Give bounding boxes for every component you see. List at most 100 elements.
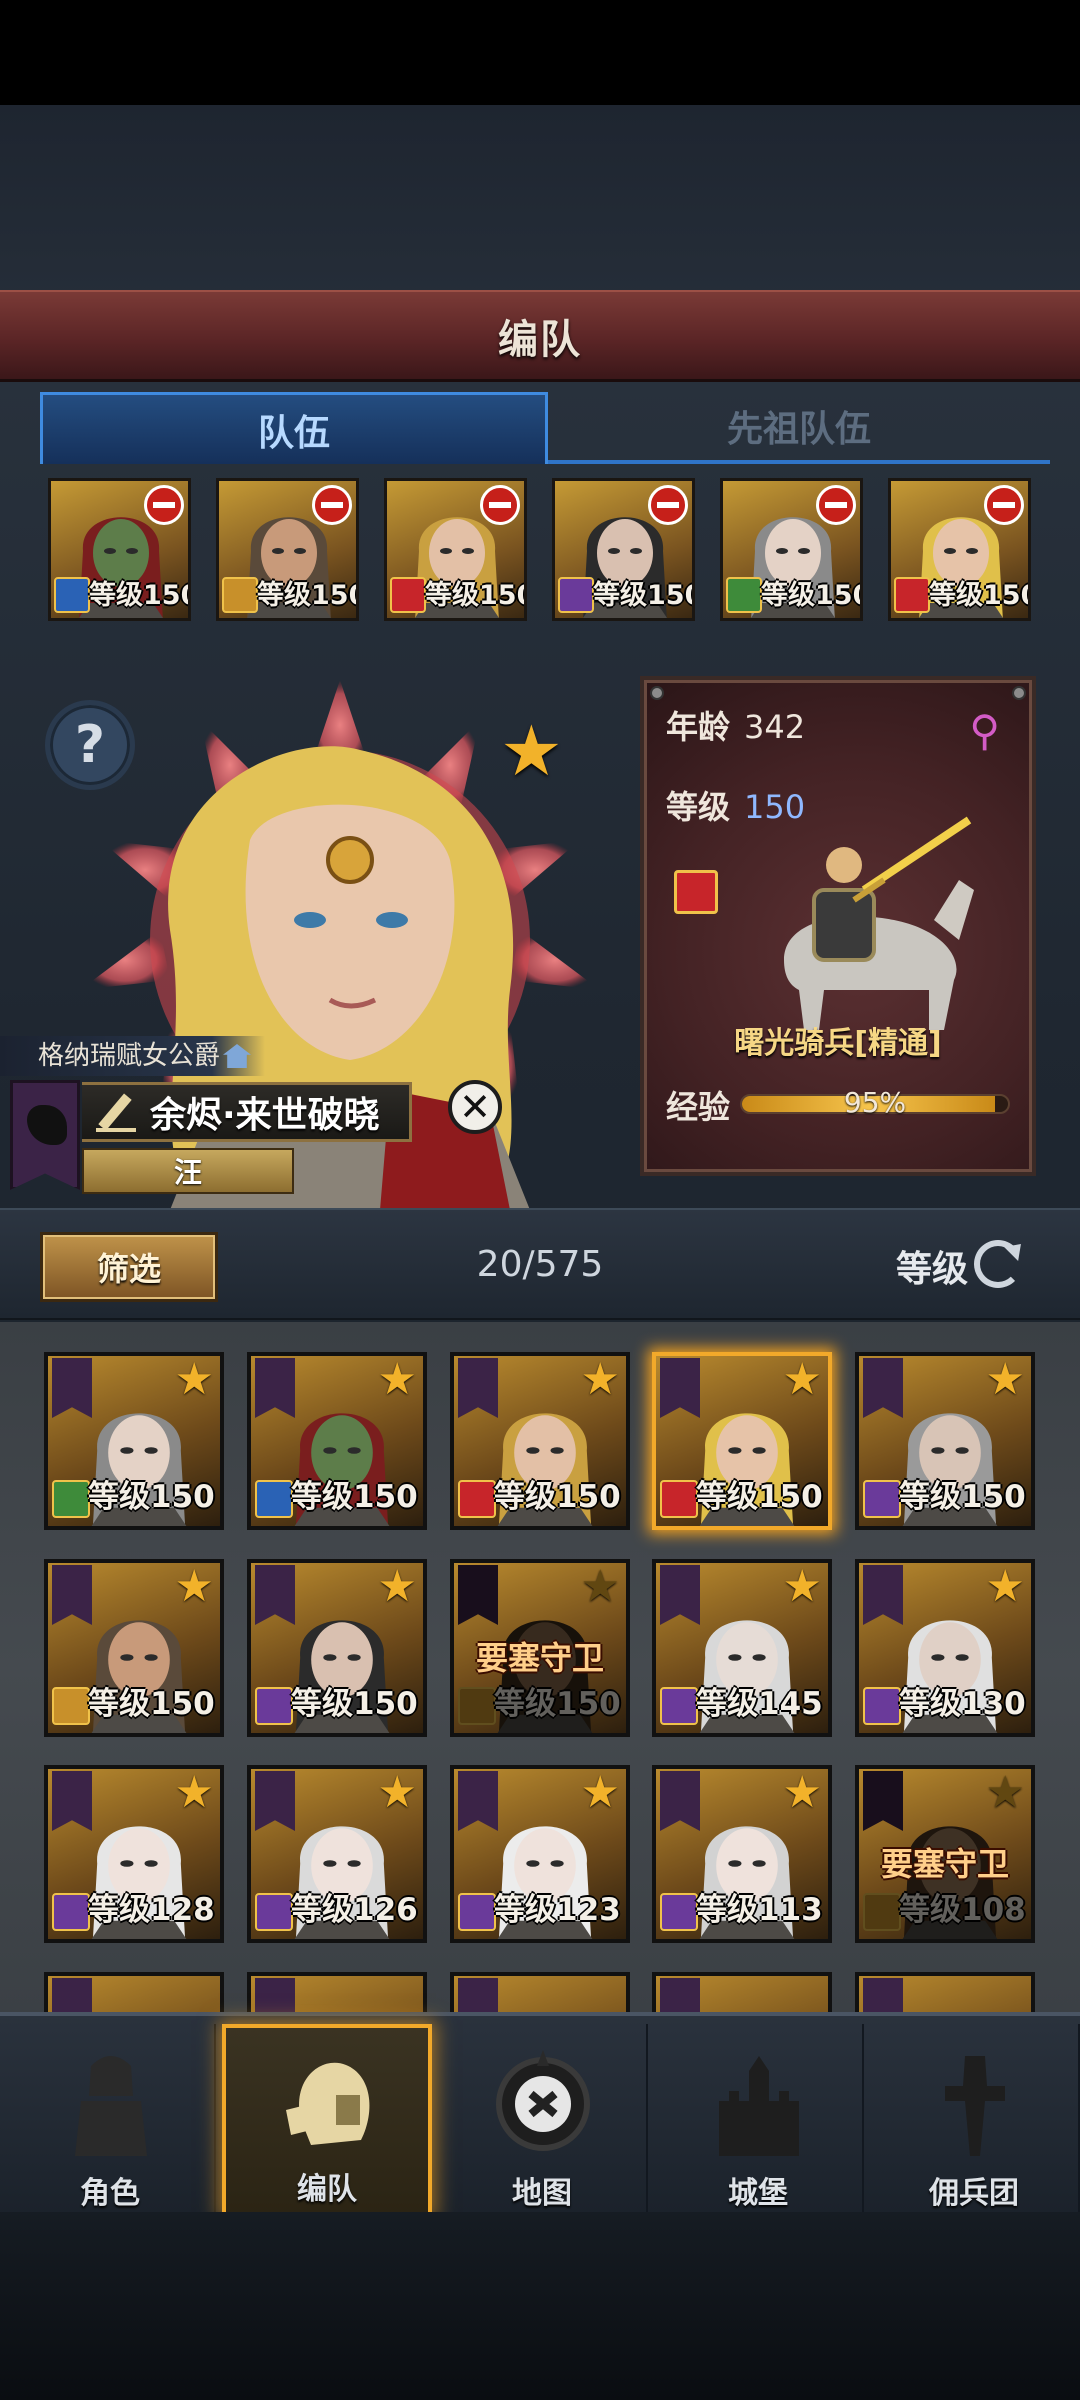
- wolf-banner-icon: [660, 1358, 700, 1418]
- team-slot[interactable]: 等级150: [384, 478, 527, 621]
- team-slot-level: 等级150: [257, 580, 359, 611]
- sort-button[interactable]: 等级: [896, 1240, 968, 1292]
- tab-bar: 队伍 先祖队伍: [40, 392, 1050, 464]
- hero-card[interactable]: ★ 等级150: [652, 1352, 832, 1530]
- star-icon: ★: [174, 1767, 214, 1818]
- hero-card-level: 等级130: [899, 1686, 1026, 1722]
- castle-icon: [709, 2046, 809, 2156]
- team-slot-level: 等级150: [425, 580, 527, 611]
- hero-card[interactable]: ★ 等级150: [247, 1352, 427, 1530]
- hero-card-level: 等级150: [696, 1479, 823, 1515]
- team-slot[interactable]: 等级150: [216, 478, 359, 621]
- hero-name-plate[interactable]: 余烬·来世破晓: [82, 1082, 412, 1142]
- class-icon: [458, 1687, 496, 1725]
- wolf-banner-icon: [52, 1565, 92, 1625]
- hero-card-level: 等级126: [291, 1892, 418, 1928]
- hero-card-level: 等级150: [899, 1479, 1026, 1515]
- female-icon: ⚲: [969, 706, 1000, 755]
- hero-card[interactable]: ★ 等级130: [855, 1559, 1035, 1737]
- nav-item[interactable]: 编队: [222, 2024, 432, 2216]
- hero-card[interactable]: ★ 等级113: [652, 1765, 832, 1943]
- wolf-banner-icon: [863, 1565, 903, 1625]
- hero-card-level: 等级150: [494, 1686, 621, 1722]
- hero-card[interactable]: ★ 等级150 要塞守卫: [450, 1559, 630, 1737]
- wolf-banner-icon: [255, 1771, 295, 1831]
- level-label: 等级: [666, 788, 731, 826]
- bow-icon: [726, 577, 762, 613]
- nav-label: 城堡: [728, 2176, 788, 2211]
- nav-item[interactable]: 角色: [6, 2024, 216, 2216]
- header-bar: 编队: [0, 290, 1080, 382]
- hero-card[interactable]: [450, 1972, 630, 2012]
- mercenary-icon: [925, 2046, 1025, 2156]
- team-slot[interactable]: 等级150: [552, 478, 695, 621]
- knight-unit-art: [784, 816, 974, 1030]
- wolf-banner-icon: [255, 1565, 295, 1625]
- hero-card[interactable]: [855, 1972, 1035, 2012]
- tab-ancestor-team[interactable]: 先祖队伍: [548, 392, 1050, 464]
- team-slot[interactable]: 等级150: [48, 478, 191, 621]
- wolf-banner-icon: [458, 1771, 498, 1831]
- hero-roster: ★ 等级150 ★ 等级150 ★ 等级150 ★ 等级150 ★ 等级150 ★ 等级150 ★ 等级1…: [0, 1322, 1080, 2012]
- filter-bar: 筛选 20/575 等级: [0, 1208, 1080, 1320]
- remove-icon[interactable]: [312, 485, 352, 525]
- class-icon: [52, 1893, 90, 1931]
- hero-card-level: 等级150: [88, 1686, 215, 1722]
- hero-card[interactable]: ★ 等级126: [247, 1765, 427, 1943]
- remove-icon[interactable]: [984, 485, 1024, 525]
- hero-card[interactable]: ★ 等级108 要塞守卫: [855, 1765, 1035, 1943]
- star-icon: ★: [500, 710, 563, 792]
- hero-card[interactable]: [652, 1972, 832, 2012]
- hero-card-level: 等级128: [88, 1892, 215, 1928]
- compass-icon: [493, 2046, 593, 2156]
- star-icon: ★: [985, 1767, 1025, 1818]
- hero-card[interactable]: ★ 等级150: [44, 1559, 224, 1737]
- remove-icon[interactable]: [648, 485, 688, 525]
- hero-card[interactable]: [44, 1972, 224, 2012]
- class-icon: [660, 1480, 698, 1518]
- class-icon: [863, 1893, 901, 1931]
- team-slot-level: 等级150: [929, 580, 1031, 611]
- hero-card-level: 等级150: [291, 1686, 418, 1722]
- star-icon: ★: [377, 1354, 417, 1405]
- team-slot-level: 等级150: [593, 580, 695, 611]
- hero-card[interactable]: [247, 1972, 427, 2012]
- hero-card-level: 等级150: [88, 1479, 215, 1515]
- system-nav-area: [0, 2212, 1080, 2400]
- hero-name: 余烬·来世破晓: [150, 1095, 380, 1136]
- remove-icon[interactable]: [144, 485, 184, 525]
- hero-card[interactable]: ★ 等级150: [247, 1559, 427, 1737]
- nav-item[interactable]: 城堡: [654, 2024, 864, 2216]
- team-slot[interactable]: 等级150: [888, 478, 1031, 621]
- hero-card-level: 等级108: [899, 1892, 1026, 1928]
- tab-team[interactable]: 队伍: [40, 392, 548, 464]
- hero-card[interactable]: ★ 等级145: [652, 1559, 832, 1737]
- class-icon: [863, 1687, 901, 1725]
- wolf-banner-icon: [458, 1358, 498, 1418]
- hero-card[interactable]: ★ 等级123: [450, 1765, 630, 1943]
- hero-card[interactable]: ★ 等级150: [855, 1352, 1035, 1530]
- nav-item[interactable]: 地图: [438, 2024, 648, 2216]
- class-icon: [863, 1480, 901, 1518]
- close-icon[interactable]: ✕: [448, 1080, 502, 1134]
- remove-icon[interactable]: [480, 485, 520, 525]
- fortress-guard-label: 要塞守卫: [880, 1845, 1009, 1883]
- hero-card-level: 等级150: [291, 1479, 418, 1515]
- team-slot[interactable]: 等级150: [720, 478, 863, 621]
- remove-icon[interactable]: [816, 485, 856, 525]
- nav-item[interactable]: 佣兵团: [870, 2024, 1080, 2216]
- staff-icon: [558, 577, 594, 613]
- wolf-banner-icon: [52, 1358, 92, 1418]
- star-icon: ★: [782, 1561, 822, 1612]
- hero-card[interactable]: ★ 等级128: [44, 1765, 224, 1943]
- owner-name: 汪: [82, 1148, 294, 1194]
- hero-card[interactable]: ★ 等级150: [44, 1352, 224, 1530]
- team-slots: 等级150 等级150 等级150 等级150 等级150 等级150: [48, 478, 1038, 623]
- sword-icon: [54, 577, 90, 613]
- refresh-icon[interactable]: [974, 1240, 1022, 1288]
- hero-card[interactable]: ★ 等级150: [450, 1352, 630, 1530]
- wolf-banner-icon: [863, 1358, 903, 1418]
- edit-icon[interactable]: [94, 1088, 142, 1136]
- star-icon: ★: [174, 1354, 214, 1405]
- wolf-banner-icon: [458, 1978, 498, 2012]
